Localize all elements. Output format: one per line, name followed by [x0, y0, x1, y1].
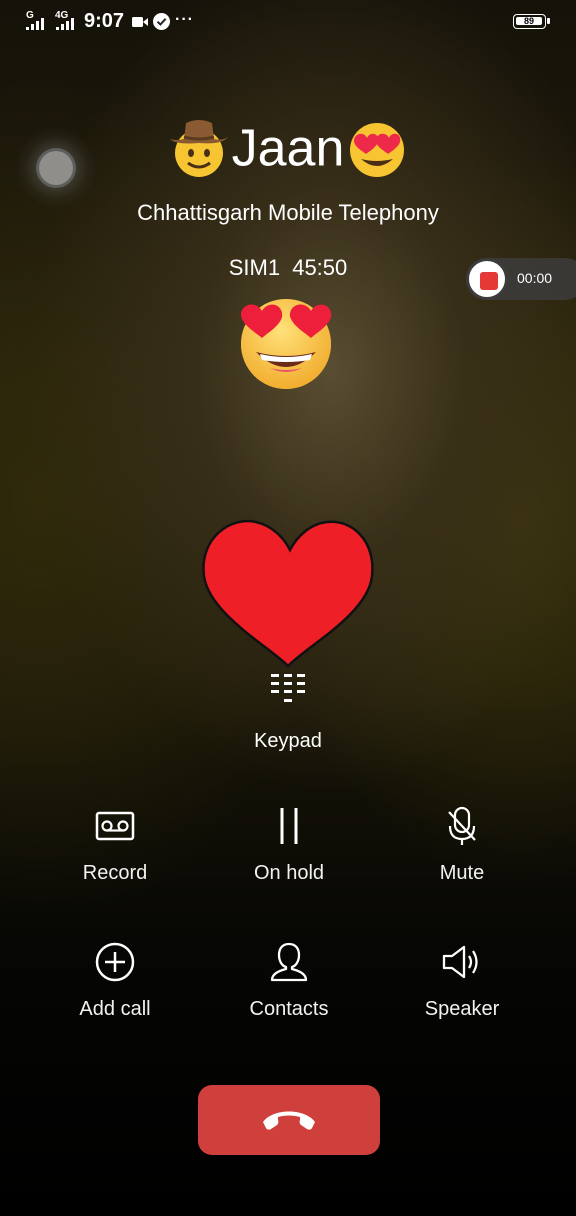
- hang-up-icon: [263, 1111, 315, 1130]
- heart-eyes-sticker: [238, 294, 338, 395]
- heart-sticker: [201, 518, 375, 673]
- status-bar: G 4G 9:07 ··· 89: [0, 0, 576, 44]
- sim-label: SIM1: [228, 255, 281, 280]
- status-time: 9:07: [84, 10, 125, 32]
- speaker-icon: [442, 945, 478, 979]
- contact-name: Jaan: [0, 112, 576, 181]
- add-call-button[interactable]: Add call: [40, 942, 190, 1042]
- record-timer: 00:00: [517, 270, 553, 286]
- mute-label: Mute: [439, 862, 485, 884]
- record-label: Record: [82, 862, 148, 884]
- keypad-label: Keypad: [254, 730, 322, 752]
- battery-level: 89: [516, 17, 542, 26]
- stop-record-button[interactable]: [466, 258, 508, 300]
- add-call-label: Add call: [79, 998, 151, 1020]
- dialpad-icon: [271, 674, 305, 702]
- speaker-label: Speaker: [424, 998, 500, 1020]
- contacts-button[interactable]: Contacts: [214, 942, 364, 1042]
- hold-label: On hold: [253, 862, 325, 884]
- heart-eyes-emoji-icon: [350, 123, 405, 178]
- speaker-button[interactable]: Speaker: [387, 942, 537, 1042]
- cowboy-emoji-icon: [169, 120, 228, 178]
- add-circle-icon: [95, 942, 135, 982]
- record-button[interactable]: Record: [40, 806, 190, 906]
- video-icon: [132, 15, 148, 33]
- contacts-label: Contacts: [249, 998, 329, 1020]
- call-duration: 45:50: [292, 255, 348, 280]
- mute-button[interactable]: Mute: [387, 806, 537, 906]
- signal-icon: [56, 18, 74, 30]
- signal-icon: [26, 18, 44, 30]
- person-icon: [270, 942, 308, 982]
- record-icon: [95, 811, 135, 841]
- more-dots-icon: ···: [175, 11, 194, 28]
- keypad-button[interactable]: Keypad: [238, 672, 338, 762]
- stop-icon: [480, 272, 498, 290]
- mic-off-icon: [448, 806, 476, 845]
- battery-icon: 89: [513, 14, 550, 29]
- end-call-button[interactable]: [198, 1085, 380, 1155]
- pause-icon: [280, 808, 298, 844]
- contact-name-text: Jaan: [231, 119, 345, 178]
- hold-button[interactable]: On hold: [214, 806, 364, 906]
- check-circle-icon: [153, 13, 170, 35]
- screen-record-widget[interactable]: 00:00: [466, 258, 576, 300]
- carrier-name: Chhattisgarh Mobile Telephony: [137, 200, 439, 225]
